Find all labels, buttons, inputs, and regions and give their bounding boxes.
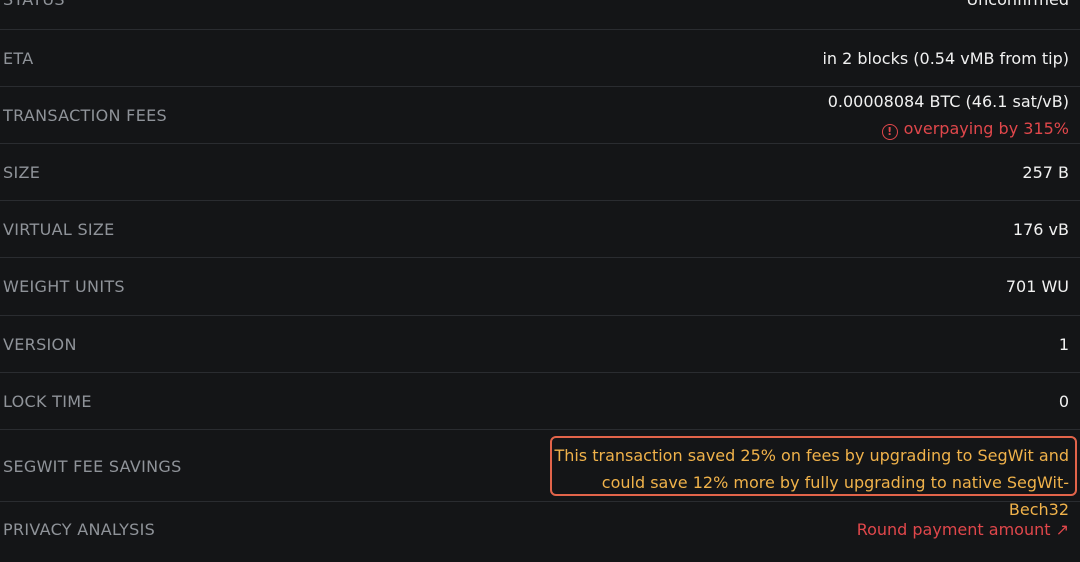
row-virtual-size: VIRTUAL SIZE 176 vB — [0, 201, 1080, 258]
row-status: STATUS Unconfirmed — [0, 0, 1080, 30]
row-version: VERSION 1 — [0, 316, 1080, 373]
status-value: Unconfirmed — [966, 0, 1069, 9]
eta-label: ETA — [3, 49, 34, 68]
row-eta: ETA in 2 blocks (0.54 vMB from tip) — [0, 30, 1080, 87]
row-lock-time: LOCK TIME 0 — [0, 373, 1080, 430]
row-size: SIZE 257 B — [0, 144, 1080, 201]
eta-value: in 2 blocks (0.54 vMB from tip) — [822, 49, 1069, 68]
version-value: 1 — [1058, 335, 1069, 354]
transaction-fees-value: 0.00008084 BTC (46.1 sat/vB) — [827, 92, 1069, 111]
virtual-size-value: 176 vB — [1012, 220, 1069, 239]
overpaying-warning: ! overpaying by 315% — [881, 119, 1069, 140]
lock-time-label: LOCK TIME — [3, 392, 92, 411]
overpaying-text: overpaying by 315% — [903, 119, 1069, 138]
transaction-fees-label: TRANSACTION FEES — [3, 106, 167, 125]
size-label: SIZE — [3, 163, 41, 182]
weight-units-value: 701 WU — [1005, 277, 1069, 296]
row-privacy-analysis: PRIVACY ANALYSIS Round payment amount ↗ — [0, 502, 1080, 562]
row-weight-units: WEIGHT UNITS 701 WU — [0, 258, 1080, 316]
round-payment-amount-text: Round payment amount — [856, 520, 1051, 539]
row-transaction-fees: TRANSACTION FEES 0.00008084 BTC (46.1 sa… — [0, 87, 1080, 144]
privacy-analysis-label: PRIVACY ANALYSIS — [3, 520, 156, 539]
version-label: VERSION — [3, 335, 77, 354]
info-circle-icon: ! — [881, 124, 898, 140]
external-link-icon: ↗ — [1055, 520, 1069, 539]
segwit-line-1: This transaction saved 25% on fees by up… — [554, 446, 1069, 465]
lock-time-value: 0 — [1058, 392, 1069, 411]
size-value: 257 B — [1022, 163, 1069, 182]
round-payment-amount-link[interactable]: Round payment amount ↗ — [857, 520, 1069, 539]
weight-units-label: WEIGHT UNITS — [3, 277, 125, 296]
virtual-size-label: VIRTUAL SIZE — [3, 220, 115, 239]
segwit-fee-savings-label: SEGWIT FEE SAVINGS — [3, 457, 182, 476]
status-label: STATUS — [3, 0, 65, 9]
